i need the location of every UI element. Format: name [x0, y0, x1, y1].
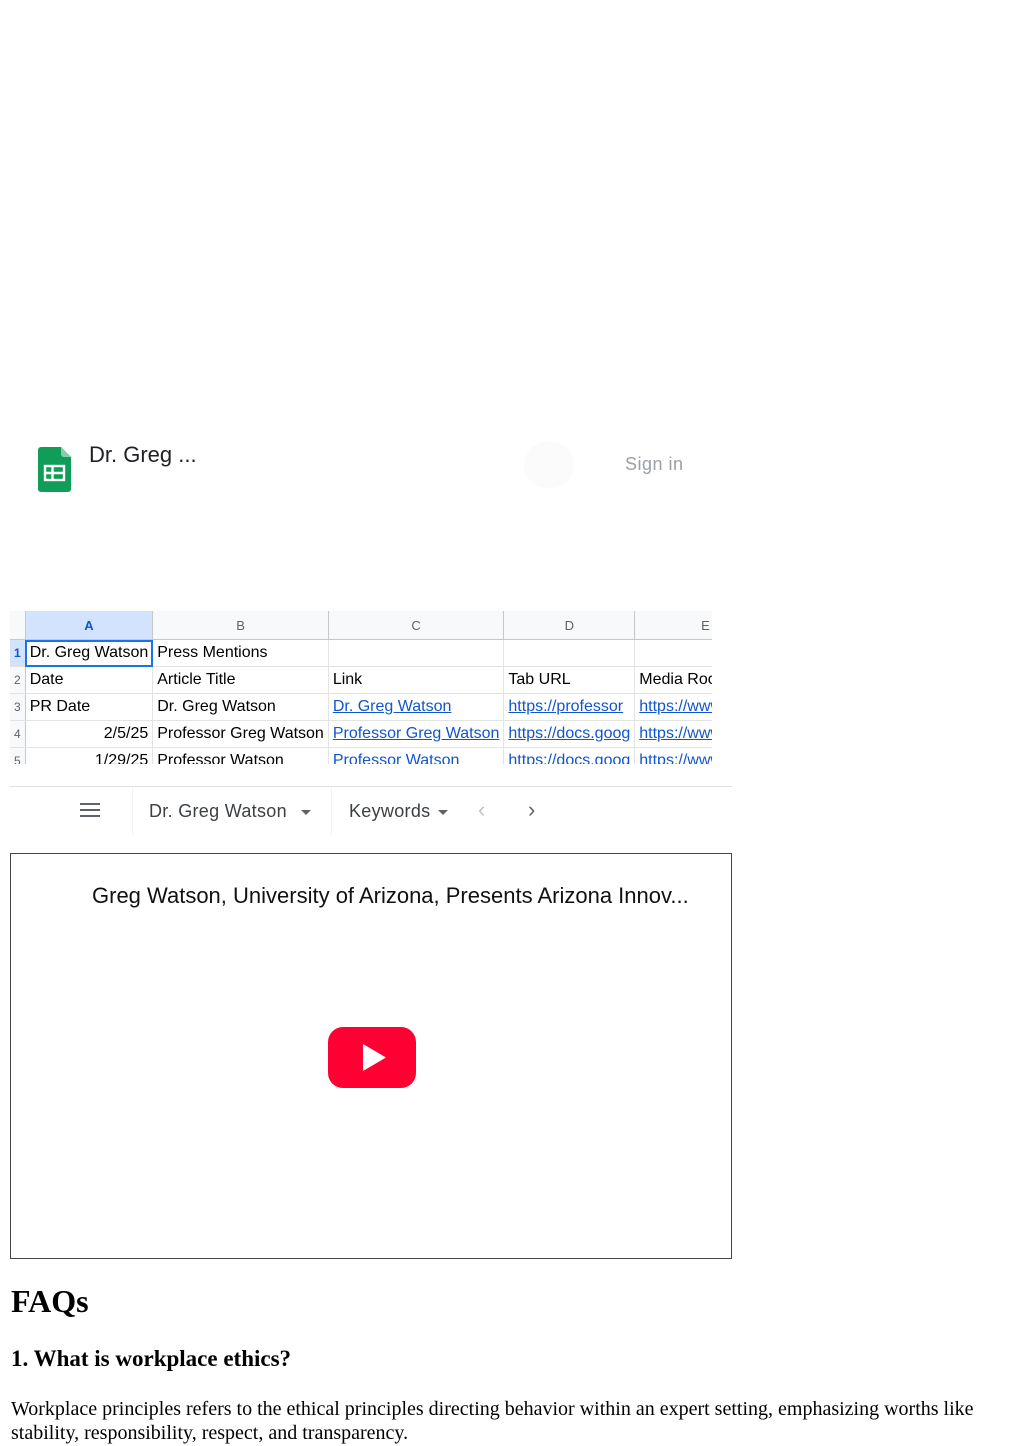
table-row: 4 2/5/25 Professor Greg Watson Professor… — [10, 720, 712, 748]
google-sheets-icon[interactable] — [38, 447, 71, 492]
faq-heading: FAQs — [11, 1283, 89, 1319]
column-header-d[interactable]: D — [503, 611, 636, 640]
chevron-left-icon[interactable]: ‹ — [478, 787, 485, 835]
table-row: 5 1/29/25 Professor Watson Professor Wat… — [10, 747, 712, 764]
cell-b3[interactable]: Dr. Greg Watson — [152, 693, 329, 721]
faq-question: 1. What is workplace ethics? — [11, 1346, 292, 1371]
row-header[interactable]: 3 — [10, 693, 26, 721]
cell-link[interactable]: https://docs.goog — [508, 752, 630, 764]
column-header-row: A B C D E — [10, 611, 712, 640]
column-header-b[interactable]: B — [152, 611, 329, 640]
cell-e4[interactable]: https://www.pre — [634, 720, 712, 748]
chevron-down-icon[interactable] — [300, 809, 311, 815]
cell-c3[interactable]: Dr. Greg Watson — [328, 693, 505, 721]
cell-link[interactable]: Professor Watson — [333, 752, 460, 764]
row-header[interactable]: 1 — [10, 639, 26, 667]
menu-icon[interactable] — [80, 803, 100, 819]
cell-a3[interactable]: PR Date — [25, 693, 154, 721]
cell-link[interactable]: https://www.pre — [639, 752, 712, 764]
spreadsheet-grid[interactable]: A B C D E 1 Dr. Greg Watson Press Mentio… — [10, 611, 712, 764]
video-title[interactable]: Greg Watson, University of Arizona, Pres… — [92, 883, 689, 909]
cell-d1[interactable] — [503, 639, 636, 667]
cell-b5[interactable]: Professor Watson — [152, 747, 329, 764]
column-header-a[interactable]: A — [25, 611, 154, 640]
column-header-c[interactable]: C — [328, 611, 505, 640]
tab-label: Keywords — [349, 801, 431, 821]
cell-a1[interactable]: Dr. Greg Watson — [25, 639, 154, 667]
tab-dr-greg-watson[interactable]: Dr. Greg Watson — [132, 787, 332, 835]
cell-d3[interactable]: https://professor — [503, 693, 636, 721]
youtube-play-icon[interactable] — [328, 1027, 416, 1088]
row-header[interactable]: 5 — [10, 747, 26, 764]
cell-link[interactable]: https://www.pre — [639, 698, 712, 715]
table-row: 2 Date Article Title Link Tab URL Media … — [10, 666, 712, 694]
cell-a4[interactable]: 2/5/25 — [25, 720, 154, 748]
cell-b2[interactable]: Article Title — [152, 666, 329, 694]
row-header[interactable]: 2 — [10, 666, 26, 694]
sheet-tabs-bar: Dr. Greg Watson Keywords ‹ › — [10, 786, 732, 835]
cell-link[interactable]: Professor Greg Watson — [333, 725, 500, 742]
cell-e2[interactable]: Media Room Rank — [634, 666, 712, 694]
cell-a5[interactable]: 1/29/25 — [25, 747, 154, 764]
cell-c5[interactable]: Professor Watson — [328, 747, 505, 764]
video-embed[interactable]: Greg Watson, University of Arizona, Pres… — [10, 853, 732, 1259]
cell-b1[interactable]: Press Mentions — [152, 639, 329, 667]
cell-link[interactable]: https://professor — [508, 698, 623, 715]
cell-link[interactable]: Dr. Greg Watson — [333, 698, 452, 715]
cell-a2[interactable]: Date — [25, 666, 154, 694]
cell-c1[interactable] — [328, 639, 505, 667]
cell-e1[interactable] — [634, 639, 712, 667]
tab-keywords[interactable]: Keywords — [333, 787, 473, 835]
cell-e3[interactable]: https://www.pre — [634, 693, 712, 721]
cell-link[interactable]: https://www.pre — [639, 725, 712, 742]
cell-c2[interactable]: Link — [328, 666, 505, 694]
cell-d2[interactable]: Tab URL — [503, 666, 636, 694]
cell-b4[interactable]: Professor Greg Watson — [152, 720, 329, 748]
chevron-down-icon[interactable] — [438, 809, 449, 815]
table-row: 1 Dr. Greg Watson Press Mentions — [10, 639, 712, 667]
faq-answer: Workplace principles refers to the ethic… — [11, 1398, 974, 1444]
cell-e5[interactable]: https://www.pre — [634, 747, 712, 764]
tab-label: Dr. Greg Watson — [149, 801, 287, 821]
account-avatar-placeholder — [524, 442, 574, 488]
cell-c4[interactable]: Professor Greg Watson — [328, 720, 505, 748]
row-header[interactable]: 4 — [10, 720, 26, 748]
cell-d4[interactable]: https://docs.goog — [503, 720, 636, 748]
document-title[interactable]: Dr. Greg ... — [89, 442, 197, 468]
sign-in-button[interactable]: Sign in — [625, 454, 684, 475]
sheets-embed-header: Dr. Greg ... Sign in — [0, 430, 732, 510]
table-row: 3 PR Date Dr. Greg Watson Dr. Greg Watso… — [10, 693, 712, 721]
chevron-right-icon[interactable]: › — [528, 787, 535, 835]
cell-link[interactable]: https://docs.goog — [508, 725, 630, 742]
select-all-corner[interactable] — [10, 611, 26, 640]
cell-d5[interactable]: https://docs.goog — [503, 747, 636, 764]
column-header-e[interactable]: E — [634, 611, 712, 640]
